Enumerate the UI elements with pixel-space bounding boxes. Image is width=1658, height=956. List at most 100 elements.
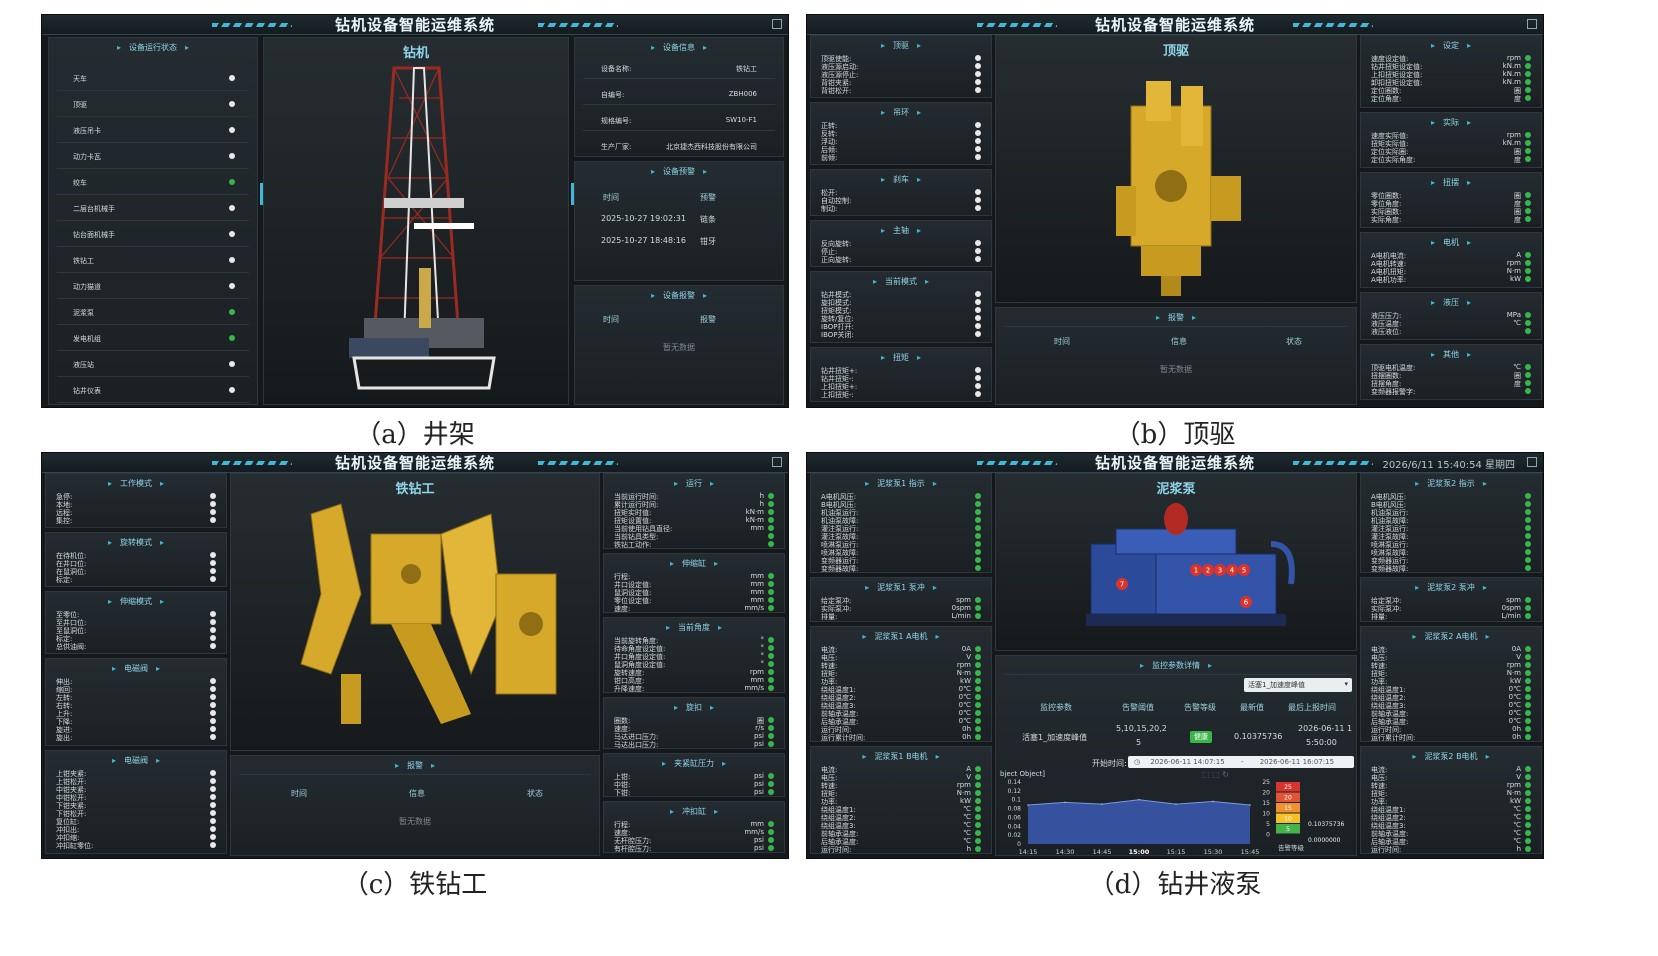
monitor-param-name: 活塞1_加速度峰值 [1022, 733, 1088, 742]
device-info-panel: 设备信息 设备名称: 铁钻工自编号: ZBH006 规格编号: SW10-F1 生产厂家:… [574, 37, 784, 157]
param-indicator [1525, 838, 1531, 844]
param-unit: 度 [1514, 216, 1521, 224]
param-indicator [1525, 320, 1531, 326]
status-row[interactable]: 发电机组 [73, 334, 237, 344]
param-indicator [975, 790, 981, 796]
data-point [1027, 804, 1029, 806]
x-tick-label: 15:45 [1241, 848, 1260, 856]
panel-title: 扭摆 [1361, 177, 1541, 188]
caption-a: （a）井架 [355, 420, 475, 450]
panel-title: 泥浆泵2 A电机 [1361, 631, 1541, 642]
status-label: 二层台机械手 [73, 205, 115, 213]
param-indicator [1525, 766, 1531, 772]
param-indicator [1525, 509, 1531, 515]
param-unit: h [759, 492, 764, 500]
param-unit: spm [1506, 596, 1521, 604]
param-indicator [768, 725, 774, 731]
fullscreen-icon[interactable] [1527, 457, 1537, 467]
param-unit: 0spm [951, 604, 971, 612]
param-indicator [210, 635, 216, 641]
param-indicator [768, 597, 774, 603]
param-indicator [210, 493, 216, 499]
param-label: 上扣扭矩-: [821, 391, 854, 399]
date-range-input[interactable]: ◷ 2026-06-11 14:07:15 - 2026-06-11 16:07… [1128, 756, 1354, 768]
device-alarm-panel: 设备报警 时间 报警 暂无数据 [574, 285, 784, 405]
status-row[interactable]: 二层台机械手 [73, 204, 237, 214]
param-indicator [975, 307, 981, 313]
status-label: 动力卡瓦 [73, 153, 101, 161]
status-row[interactable]: 铁钻工 [73, 256, 237, 266]
status-row[interactable]: 液压吊卡 [73, 126, 237, 136]
param-indicator [210, 694, 216, 700]
fullscreen-icon[interactable] [772, 457, 782, 467]
param-indicator [768, 789, 774, 795]
monitor-param-select[interactable]: 活塞1_加速度峰值 ▾ [1244, 678, 1352, 692]
status-label: 钻井仪表 [73, 387, 101, 395]
param-row: 实际角度: 度 [1371, 215, 1533, 225]
param-indicator [768, 589, 774, 595]
side-panel: 泥浆泵2 指示A电机风压:B电机风压:机油泵运行:机油泵故障:灌注泵运行:灌注泵… [1360, 473, 1542, 573]
quadrant-iron-roughneck: 钻机设备智能运维系统 工作模式急停:本地:远程:集控:旋转模式在待机位:在井口位… [41, 452, 789, 859]
status-label: 动力猫道 [73, 283, 101, 291]
param-indicator [975, 55, 981, 61]
param-unit: N·m [1506, 789, 1521, 797]
param-unit: kW [1510, 797, 1521, 805]
param-indicator [1525, 557, 1531, 563]
status-row[interactable]: 液压站 [73, 360, 237, 370]
y-tick-label: 0.08 [1008, 806, 1022, 813]
gauge-readout-value: 0.10375736 [1308, 821, 1344, 828]
param-label: 背钳松开: [821, 87, 852, 95]
warning-message: 链条 [700, 215, 716, 224]
param-label: 排量: [821, 613, 838, 621]
top-bar: 钻机设备智能运维系统 [807, 15, 1543, 35]
side-panel: 旋扣圈数:圈速度:r/s马达进口压力:psi马达出口压力:psi [603, 697, 785, 749]
param-unit: L/min [951, 612, 971, 620]
param-indicator [975, 367, 981, 373]
param-indicator [768, 605, 774, 611]
status-label: 液压站 [73, 361, 94, 369]
param-indicator [1525, 846, 1531, 852]
param-indicator [1525, 774, 1531, 780]
status-row[interactable]: 天车 [73, 74, 237, 84]
param-indicator [1525, 710, 1531, 716]
param-indicator [1525, 605, 1531, 611]
param-indicator [1525, 148, 1531, 154]
collapse-handle-left[interactable] [260, 183, 263, 205]
param-indicator [1525, 328, 1531, 334]
status-row[interactable]: 顶驱 [73, 100, 237, 110]
param-unit: rpm [1506, 781, 1521, 789]
param-indicator [975, 718, 981, 724]
collapse-handle-right[interactable] [571, 183, 574, 205]
param-unit: 0℃ [958, 685, 971, 693]
param-unit: V [1516, 653, 1521, 661]
status-row[interactable]: 绞车 [73, 178, 237, 188]
side-panel: 刹车松开:自动控制:制动: [810, 169, 992, 216]
status-row[interactable]: 泥浆泵 [73, 308, 237, 318]
param-indicator [975, 197, 981, 203]
status-indicator [229, 153, 235, 159]
status-row[interactable]: 动力猫道 [73, 282, 237, 292]
col-header-time: 时间 [1054, 337, 1070, 346]
panel-title: 伸缩缸 [604, 558, 784, 569]
param-indicator [975, 678, 981, 684]
param-unit: h [759, 500, 764, 508]
side-panel: 夹紧缸压力上钳:psi中钳:psi下钳:psi [603, 753, 785, 797]
status-row[interactable]: 钻井仪表 [73, 386, 237, 396]
param-indicator [975, 146, 981, 152]
status-row[interactable]: 钻台面机械手 [73, 230, 237, 240]
gauge-band-label: 15 [1284, 805, 1292, 812]
param-indicator [975, 189, 981, 195]
param-indicator [210, 718, 216, 724]
param-indicator [210, 734, 216, 740]
status-row[interactable]: 动力卡瓦 [73, 152, 237, 162]
fullscreen-icon[interactable] [772, 19, 782, 29]
param-unit: kN.m [1502, 62, 1521, 70]
param-indicator [768, 501, 774, 507]
col-header-last-report: 最后上报时间 [1288, 703, 1336, 712]
param-indicator [1525, 670, 1531, 676]
param-indicator [768, 685, 774, 691]
col-header-latest: 最新值 [1240, 703, 1264, 712]
fullscreen-icon[interactable] [1527, 19, 1537, 29]
param-label: IBOP关闭: [821, 331, 854, 339]
param-indicator [1525, 678, 1531, 684]
